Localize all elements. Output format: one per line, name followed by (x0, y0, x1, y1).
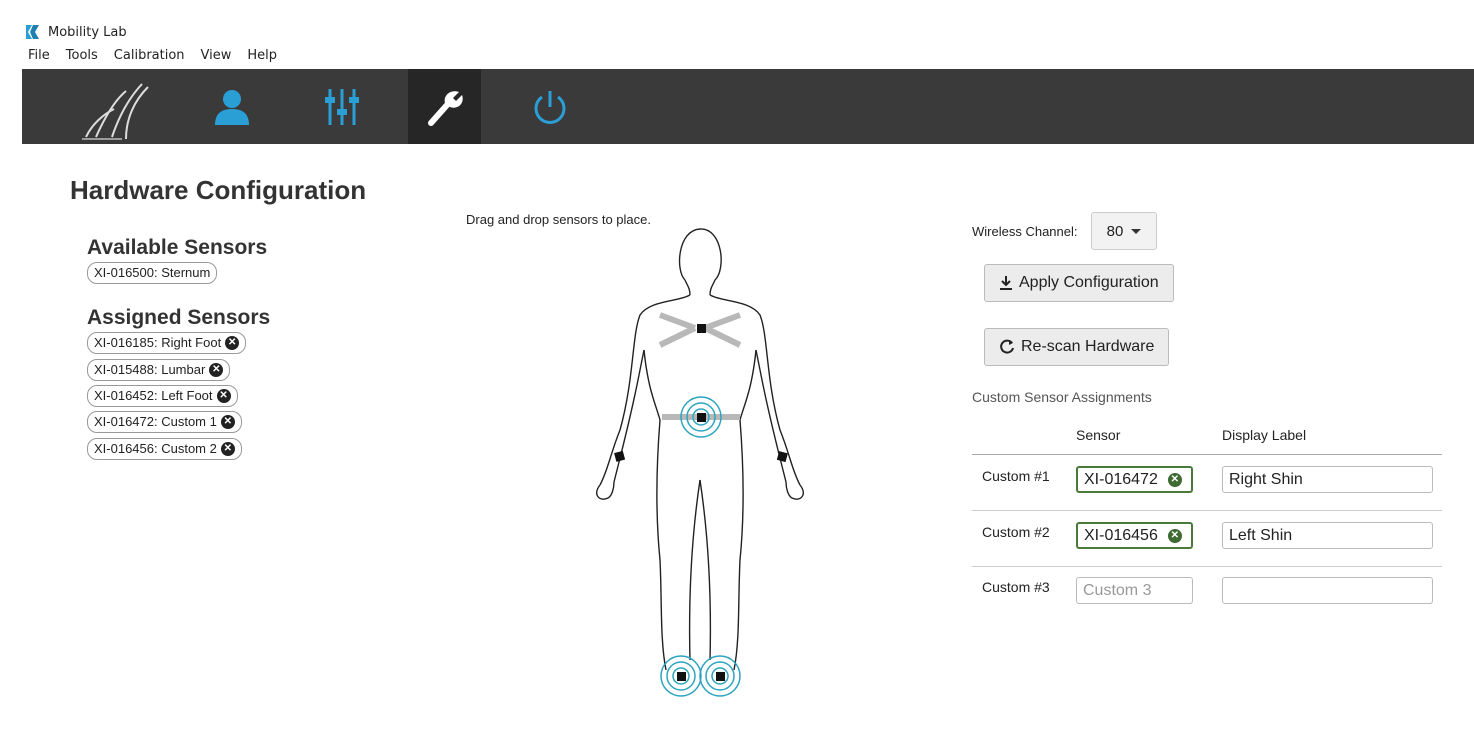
display-label-value: Right Shin (1229, 470, 1303, 488)
table-divider (972, 454, 1442, 455)
home-button[interactable] (52, 69, 162, 144)
col-sensor-header: Sensor (1076, 427, 1121, 443)
sensor-chip-label: XI-016456: Custom 2 (94, 441, 217, 456)
assigned-sensor-chip[interactable]: XI-016452: Left Foot ✕ (87, 385, 238, 407)
menu-bar: File Tools Calibration View Help (28, 48, 277, 63)
sensor-chip-label: XI-016500: Sternum (94, 265, 211, 280)
display-label-input[interactable]: Right Shin (1222, 466, 1433, 493)
hardware-button[interactable] (408, 69, 481, 144)
assigned-sensor-chip[interactable]: XI-016472: Custom 1 ✕ (87, 411, 242, 433)
display-label-input[interactable] (1222, 577, 1433, 604)
assigned-sensor-chip[interactable]: XI-016456: Custom 2 ✕ (87, 438, 242, 460)
sensor-chip-label: XI-016185: Right Foot (94, 335, 222, 350)
menu-tools[interactable]: Tools (66, 48, 98, 63)
menu-help[interactable]: Help (247, 48, 277, 63)
menu-file[interactable]: File (28, 48, 50, 63)
wireless-channel-value: 80 (1106, 222, 1124, 240)
assigned-sensor-chip[interactable]: XI-015488: Lumbar ✕ (87, 359, 231, 381)
available-sensor-chip[interactable]: XI-016500: Sternum (87, 262, 218, 284)
custom-row-label: Custom #1 (982, 468, 1050, 484)
table-divider (972, 566, 1442, 567)
wireless-channel-label: Wireless Channel: (972, 224, 1078, 239)
remove-icon[interactable]: ✕ (216, 389, 231, 403)
sensor-chip-label: XI-016472: Custom 1 (94, 414, 217, 429)
power-icon (534, 90, 566, 124)
assigned-sensor-chip[interactable]: XI-016185: Right Foot ✕ (87, 332, 247, 354)
custom-sensor-slot[interactable]: XI-016456 ✕ (1076, 522, 1193, 549)
apply-configuration-button[interactable]: Apply Configuration (984, 264, 1174, 302)
refresh-icon (1000, 339, 1014, 354)
subject-button[interactable] (194, 69, 270, 144)
remove-icon[interactable]: ✕ (1167, 528, 1182, 543)
remove-icon[interactable]: ✕ (209, 363, 224, 377)
available-sensors-title: Available Sensors (87, 236, 268, 259)
caret-down-icon (1131, 228, 1142, 234)
body-figure (596, 228, 804, 697)
power-button[interactable] (512, 69, 588, 144)
page-title: Hardware Configuration (70, 175, 367, 205)
remove-icon[interactable]: ✕ (1167, 472, 1182, 487)
wireless-channel-select[interactable]: 80 (1091, 212, 1157, 250)
custom-sensor-placeholder: Custom 3 (1083, 581, 1152, 599)
custom-sensor-value: XI-016472 (1084, 470, 1158, 488)
rescan-hardware-button[interactable]: Re-scan Hardware (984, 328, 1170, 366)
display-label-value: Left Shin (1229, 526, 1293, 544)
custom-row-label: Custom #3 (982, 579, 1050, 595)
wrench-icon (427, 90, 463, 126)
sensor-chip-label: XI-016452: Left Foot (94, 388, 213, 403)
rescan-hardware-label: Re-scan Hardware (1021, 338, 1155, 355)
menu-calibration[interactable]: Calibration (114, 48, 185, 63)
custom-row-label: Custom #2 (982, 524, 1050, 540)
person-icon (215, 89, 249, 125)
menu-view[interactable]: View (201, 48, 232, 63)
settings-button[interactable] (304, 69, 380, 144)
display-label-input[interactable]: Left Shin (1222, 522, 1433, 549)
custom-sensor-value: XI-016456 (1084, 526, 1158, 544)
download-icon (1000, 276, 1012, 290)
app-logo-icon (26, 25, 39, 39)
app-title: Mobility Lab (48, 24, 127, 40)
sliders-icon (325, 88, 359, 125)
table-divider (972, 510, 1442, 511)
feet-icon (82, 83, 149, 140)
custom-assignments-title: Custom Sensor Assignments (972, 389, 1152, 405)
remove-icon[interactable]: ✕ (225, 336, 240, 350)
assigned-sensors-title: Assigned Sensors (87, 306, 271, 329)
remove-icon[interactable]: ✕ (220, 415, 235, 429)
sensor-chip-label: XI-015488: Lumbar (94, 362, 206, 377)
remove-icon[interactable]: ✕ (220, 442, 235, 456)
custom-sensor-slot[interactable]: Custom 3 (1076, 577, 1193, 604)
main-toolbar (22, 69, 1474, 144)
col-display-label-header: Display Label (1222, 427, 1307, 443)
apply-configuration-label: Apply Configuration (1019, 274, 1159, 291)
window-titlebar: Mobility Lab (24, 22, 127, 42)
custom-sensor-slot[interactable]: XI-016472 ✕ (1076, 466, 1193, 493)
